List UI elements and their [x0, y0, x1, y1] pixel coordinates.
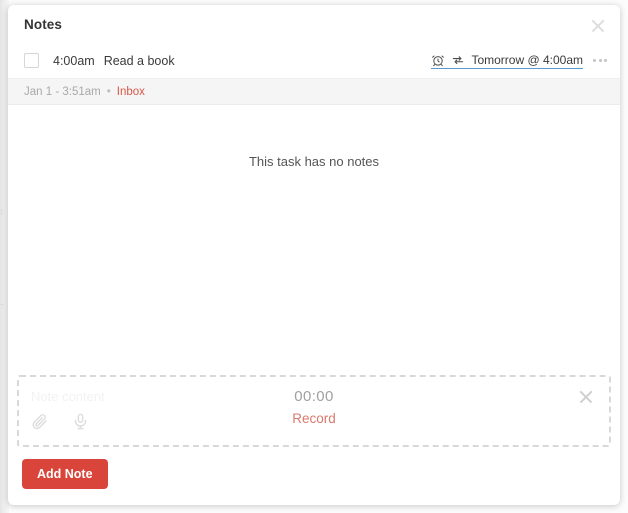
- metadata-separator: •: [106, 85, 111, 98]
- task-time: 4:00am: [53, 53, 95, 68]
- task-complete-checkbox[interactable]: [24, 53, 39, 68]
- task-list-link[interactable]: Inbox: [117, 86, 145, 98]
- composer-toolbar: [31, 413, 89, 435]
- task-row-actions: Tomorrow @ 4:00am: [431, 53, 610, 69]
- task-title[interactable]: Read a book: [104, 54, 175, 68]
- record-timer: 00:00: [294, 387, 334, 405]
- note-composer[interactable]: Note content 00:00 Record: [17, 374, 611, 447]
- repeat-icon: [451, 53, 465, 67]
- notes-modal: Notes 4:00am Read a book Tomorrow @ 4:00…: [8, 5, 620, 505]
- backdrop-ghost-text-2: L: [0, 296, 5, 308]
- notes-content-area: This task has no notes: [8, 105, 620, 365]
- paperclip-icon[interactable]: [31, 413, 48, 435]
- empty-notes-message: This task has no notes: [248, 154, 380, 169]
- page-title: Notes: [24, 16, 63, 32]
- task-created-date: Jan 1 - 3:51am: [24, 85, 101, 98]
- due-date-text: Tomorrow @ 4:00am: [471, 52, 583, 67]
- task-row: 4:00am Read a book Tomorrow @ 4:00am: [8, 43, 620, 79]
- record-button[interactable]: Record: [292, 411, 336, 426]
- microphone-icon[interactable]: [72, 413, 89, 435]
- more-options-icon[interactable]: [590, 55, 610, 66]
- backdrop-ghost-text-1: a: [0, 206, 4, 218]
- note-content-placeholder: Note content: [31, 388, 105, 404]
- close-icon[interactable]: [589, 17, 607, 35]
- modal-header: Notes: [8, 5, 620, 43]
- recorder-close-icon[interactable]: [578, 389, 594, 405]
- add-note-button[interactable]: Add Note: [22, 458, 108, 489]
- alarm-clock-icon: [431, 53, 445, 67]
- due-date-chip[interactable]: Tomorrow @ 4:00am: [431, 53, 583, 69]
- task-metadata-bar: Jan 1 - 3:51am • Inbox: [8, 79, 620, 105]
- note-composer-wrapper: Note content 00:00 Record: [8, 365, 620, 447]
- recorder-panel: 00:00 Record: [19, 388, 609, 428]
- modal-footer: Add Note: [8, 447, 620, 506]
